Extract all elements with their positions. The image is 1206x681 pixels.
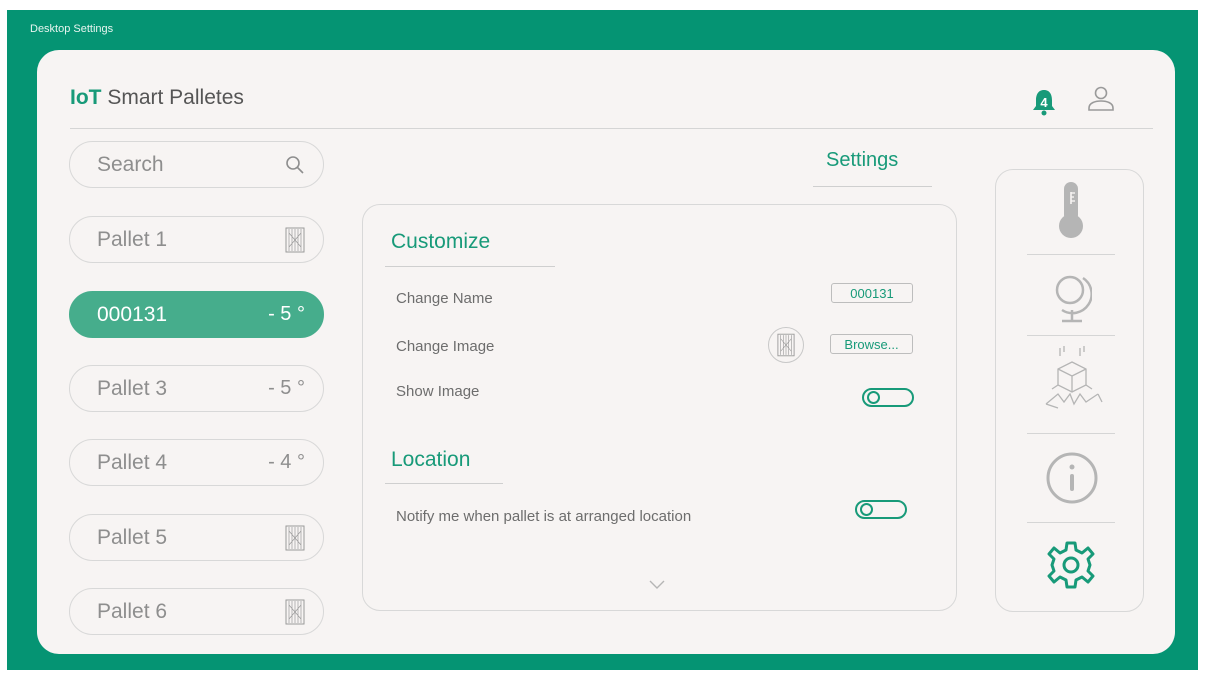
pallet-name: Pallet 4	[97, 450, 168, 474]
change-image-label: Change Image	[396, 338, 495, 355]
app-brand: IoT Smart Palletes	[70, 86, 244, 110]
pallet-list-item-selected[interactable]: 000131 - 5 °	[69, 291, 324, 338]
header-divider	[70, 128, 1153, 129]
brand-bold: IoT	[70, 86, 102, 109]
sidebar-divider	[1027, 254, 1115, 255]
info-icon[interactable]	[1044, 450, 1100, 506]
pallet-list-item[interactable]: Pallet 3 - 5 °	[69, 365, 324, 412]
pallet-name: Pallet 5	[97, 525, 168, 549]
pallet-temperature: - 4 °	[268, 451, 305, 473]
notification-count: 4	[1040, 95, 1048, 110]
thermometer-icon[interactable]	[1057, 180, 1085, 240]
search-input[interactable]: Search	[69, 141, 324, 188]
sidebar-divider	[1027, 522, 1115, 523]
pallet-name: Pallet 1	[97, 227, 168, 251]
pallet-icon	[285, 525, 305, 550]
broken-box-icon[interactable]	[1036, 344, 1108, 424]
pallet-icon	[777, 333, 795, 357]
image-thumbnail	[768, 327, 804, 363]
pallet-icon	[285, 599, 305, 624]
pallet-temperature: - 5 °	[268, 377, 305, 399]
pallet-list-item[interactable]: Pallet 5	[69, 514, 324, 561]
customize-heading: Customize	[391, 230, 491, 253]
notify-location-toggle[interactable]	[855, 500, 907, 519]
customize-divider	[385, 266, 555, 267]
name-field[interactable]: 000131	[831, 283, 913, 303]
location-divider	[385, 483, 503, 484]
pallet-icon	[285, 227, 305, 252]
pallet-name: 000131	[97, 302, 168, 326]
globe-icon[interactable]	[1050, 268, 1092, 328]
toggle-knob	[867, 391, 880, 404]
pallet-temperature: - 5 °	[268, 303, 305, 325]
toggle-knob	[860, 503, 873, 516]
user-icon[interactable]	[1086, 84, 1116, 114]
pallet-list-item[interactable]: Pallet 4 - 4 °	[69, 439, 324, 486]
location-heading: Location	[391, 448, 471, 471]
browse-button[interactable]: Browse...	[830, 334, 913, 354]
pallet-list-item[interactable]: Pallet 1	[69, 216, 324, 263]
gear-icon[interactable]	[1043, 540, 1099, 590]
change-name-label: Change Name	[396, 290, 493, 307]
sidebar-divider	[1027, 433, 1115, 434]
chevron-down-icon[interactable]	[649, 580, 665, 590]
notification-bell-icon[interactable]: 4	[1030, 88, 1058, 116]
show-image-label: Show Image	[396, 383, 480, 400]
page-title: Settings	[826, 149, 899, 171]
show-image-toggle[interactable]	[862, 388, 914, 407]
notify-location-label: Notify me when pallet is at arranged loc…	[396, 508, 692, 525]
search-placeholder: Search	[97, 152, 164, 176]
sidebar-divider	[1027, 335, 1115, 336]
pallet-name: Pallet 3	[97, 376, 168, 400]
pallet-name: Pallet 6	[97, 599, 168, 623]
search-icon	[286, 155, 304, 174]
window-title: Desktop Settings	[30, 23, 114, 35]
page-title-underline	[813, 186, 932, 187]
pallet-list-item[interactable]: Pallet 6	[69, 588, 324, 635]
brand-rest: Smart Palletes	[101, 86, 244, 109]
